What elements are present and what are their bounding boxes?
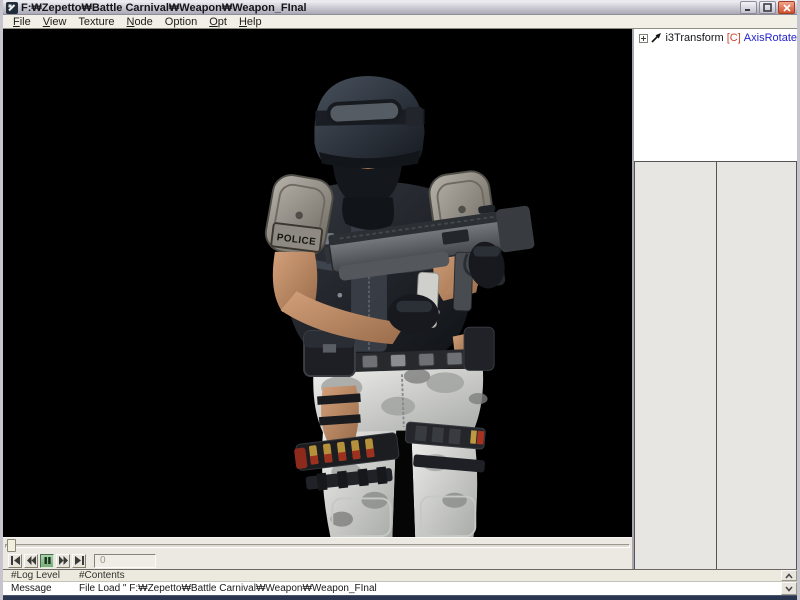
menu-item-help[interactable]: Help	[233, 16, 268, 28]
log-row-level: Message	[3, 583, 71, 594]
window-controls	[740, 1, 795, 14]
window-bottom-frame	[3, 595, 797, 600]
timeline-slider[interactable]	[3, 537, 632, 552]
log-scroll-down-button[interactable]	[781, 582, 797, 595]
log-scroll-up-button[interactable]	[781, 570, 797, 581]
menu-item-texture[interactable]: Texture	[72, 16, 120, 28]
maximize-button[interactable]	[759, 1, 776, 14]
close-button[interactable]	[778, 1, 795, 14]
slider-thumb[interactable]	[7, 539, 16, 552]
log-header-contents: #Contents	[71, 570, 781, 581]
close-icon	[783, 4, 791, 12]
log-header-level: #Log Level	[3, 570, 71, 581]
tree-node-tag: [C]	[727, 32, 741, 44]
menu-item-view[interactable]: View	[37, 16, 73, 28]
viewport-3d[interactable]: POLICE	[3, 29, 632, 537]
window-title: F:₩Zepetto₩Battle Carnival₩Weapon₩Weapon…	[21, 2, 740, 14]
minimize-button[interactable]	[740, 1, 757, 14]
menu-item-opt[interactable]: Opt	[203, 16, 233, 28]
step-forward-button[interactable]	[56, 554, 70, 568]
titlebar[interactable]: F:₩Zepetto₩Battle Carnival₩Weapon₩Weapon…	[3, 0, 797, 15]
transport-bar	[3, 552, 632, 569]
scene-tree-panel[interactable]: i3Transform [C] AxisRotate	[634, 29, 797, 161]
helmet-goggles	[328, 100, 400, 123]
app-icon	[6, 2, 18, 14]
caret-up-icon	[785, 573, 793, 579]
last-frame-button[interactable]	[72, 554, 86, 568]
tree-node-i3transform[interactable]: i3Transform [C] AxisRotate	[639, 32, 797, 44]
transform-node-icon	[651, 33, 662, 43]
log-row-contents: File Load " F:₩Zepetto₩Battle Carnival₩W…	[71, 583, 781, 594]
maximize-icon	[763, 3, 772, 12]
menu-item-option[interactable]: Option	[159, 16, 203, 28]
step-forward-icon	[59, 556, 68, 565]
menu-item-node[interactable]: Node	[120, 16, 158, 28]
pause-button[interactable]	[40, 554, 54, 568]
menu-bar: File View Texture Node Option Opt Help	[3, 15, 797, 29]
tree-node-label[interactable]: i3Transform	[665, 32, 723, 44]
menu-item-file[interactable]: File	[7, 16, 37, 28]
property-panel	[634, 161, 797, 569]
app-window: F:₩Zepetto₩Battle Carnival₩Weapon₩Weapon…	[0, 0, 800, 600]
step-back-button[interactable]	[24, 554, 38, 568]
property-column-right[interactable]	[716, 162, 796, 569]
property-column-left[interactable]	[635, 162, 715, 569]
last-frame-icon	[75, 556, 84, 565]
minimize-icon	[744, 3, 753, 12]
slider-track[interactable]	[5, 544, 630, 548]
frame-number-field[interactable]	[94, 554, 156, 568]
character-model: POLICE	[3, 29, 632, 537]
expand-icon[interactable]	[639, 34, 648, 43]
log-message-row[interactable]: Message File Load " F:₩Zepetto₩Battle Ca…	[3, 582, 797, 595]
log-header-row: #Log Level #Contents	[3, 569, 797, 582]
caret-down-icon	[785, 586, 793, 592]
pause-icon	[43, 556, 52, 565]
tree-node-link[interactable]: AxisRotate	[744, 32, 797, 44]
first-frame-icon	[11, 556, 20, 565]
right-panel: i3Transform [C] AxisRotate	[632, 29, 797, 569]
police-armband: POLICE	[271, 223, 322, 252]
first-frame-button[interactable]	[8, 554, 22, 568]
step-back-icon	[27, 556, 36, 565]
